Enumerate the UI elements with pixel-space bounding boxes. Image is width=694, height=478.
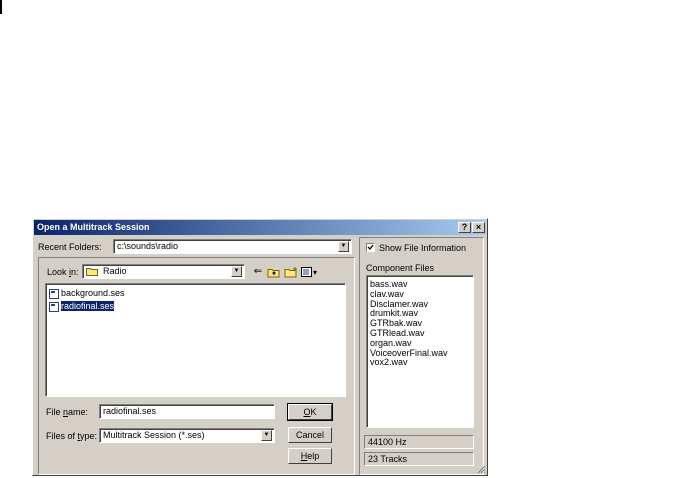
cancel-button[interactable]: Cancel	[288, 427, 332, 443]
recent-folders-dropdown-icon[interactable]: ▼	[338, 241, 349, 252]
file-item-label: background.ses	[61, 288, 125, 298]
tracks-status: 23 Tracks	[364, 452, 474, 466]
file-item-radiofinal[interactable]: radiofinal.ses	[48, 300, 115, 312]
show-file-info-label[interactable]: Show File Information	[379, 243, 466, 254]
list-item[interactable]: organ.wav	[370, 338, 412, 348]
file-item-background[interactable]: background.ses	[48, 287, 125, 299]
look-in-value: Radio	[103, 266, 127, 276]
open-multitrack-dialog: Open a Multitrack Session ? × Recent Fol…	[32, 218, 488, 476]
recent-folders-combo[interactable]: c:\sounds\radio ▼	[113, 239, 352, 254]
list-item[interactable]: clav.wav	[370, 289, 404, 299]
files-of-type-combo[interactable]: Multitrack Session (*.ses) ▼	[99, 428, 275, 443]
file-list[interactable]: background.ses radiofinal.ses	[45, 283, 346, 397]
new-folder-icon[interactable]	[284, 267, 298, 278]
files-of-type-value: Multitrack Session (*.ses)	[103, 430, 205, 440]
back-arrow-icon[interactable]: ⇐	[251, 266, 265, 277]
ok-button[interactable]: OK	[287, 403, 333, 421]
look-in-dropdown-icon[interactable]: ▼	[231, 266, 242, 277]
files-of-type-dropdown-icon[interactable]: ▼	[261, 430, 272, 441]
recent-folders-label: Recent Folders:	[38, 242, 102, 252]
session-file-icon	[49, 289, 59, 299]
up-one-level-icon[interactable]	[267, 267, 281, 278]
list-item[interactable]: Disclamer.wav	[370, 299, 428, 309]
text-cursor	[0, 0, 2, 14]
file-item-label: radiofinal.ses	[61, 301, 115, 311]
folder-icon	[86, 267, 98, 276]
help-title-button[interactable]: ?	[458, 222, 471, 233]
show-file-info-checkbox[interactable]	[366, 243, 375, 252]
look-in-combo[interactable]: Radio ▼	[82, 264, 245, 279]
file-name-input[interactable]: radiofinal.ses	[99, 404, 275, 419]
component-files-label: Component Files	[366, 263, 435, 273]
title-bar[interactable]: Open a Multitrack Session ? ×	[34, 220, 486, 235]
dialog-title: Open a Multitrack Session	[37, 222, 150, 232]
file-name-value: radiofinal.ses	[103, 406, 157, 416]
list-item[interactable]: GTRlead.wav	[370, 328, 425, 338]
list-item[interactable]: GTRbak.wav	[370, 318, 422, 328]
list-item[interactable]: drumkit.wav	[370, 308, 418, 318]
sample-rate-status: 44100 Hz	[364, 435, 474, 449]
component-files-list[interactable]: bass.wav clav.wav Disclamer.wav drumkit.…	[366, 275, 474, 428]
resize-grip-icon[interactable]	[476, 464, 486, 474]
list-item[interactable]: VoiceoverFinal.wav	[370, 348, 448, 358]
list-item[interactable]: vox2.wav	[370, 357, 408, 367]
files-of-type-label: Files of type:	[46, 431, 98, 441]
look-in-label: Look in:	[47, 267, 79, 277]
session-file-icon	[49, 302, 59, 312]
list-item[interactable]: bass.wav	[370, 279, 408, 289]
view-menu-icon[interactable]: ▾	[301, 267, 319, 278]
close-title-button[interactable]: ×	[472, 222, 485, 233]
help-button[interactable]: Help	[288, 448, 332, 464]
file-name-label: File name:	[46, 407, 89, 417]
recent-folders-value: c:\sounds\radio	[117, 241, 179, 251]
